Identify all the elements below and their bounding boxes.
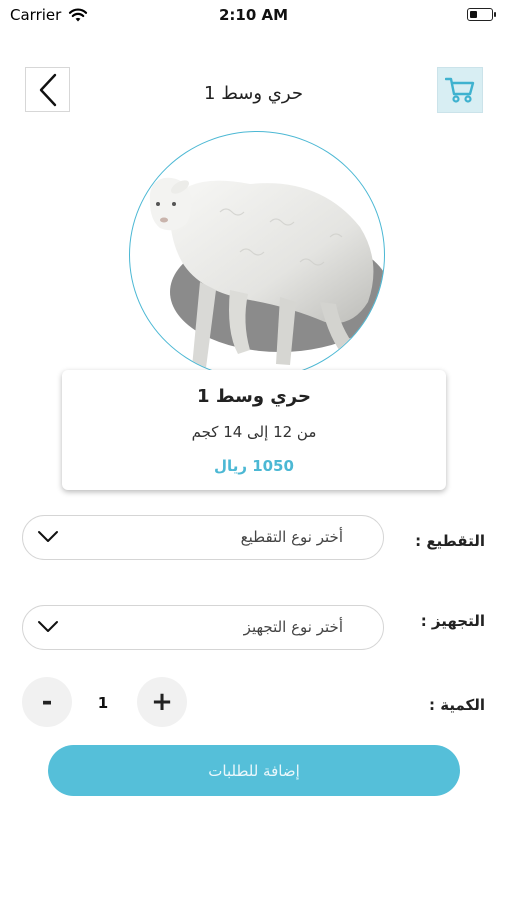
cart-button[interactable] [437, 67, 483, 113]
add-to-orders-label: إضافة للطلبات [208, 761, 300, 780]
page-title: حري وسط 1 [204, 83, 303, 104]
decrement-button[interactable]: - [22, 677, 72, 727]
back-button[interactable] [25, 67, 70, 112]
chevron-down-icon [38, 621, 58, 632]
product-card: حري وسط 1 من 12 إلى 14 كجم 1050 ريال [62, 370, 446, 490]
quantity-value: 1 [97, 694, 109, 712]
status-bar: Carrier 2:10 AM [0, 0, 507, 32]
preparation-select[interactable]: أختر نوع التجهيز [22, 605, 384, 650]
cutting-label: التقطيع : [415, 532, 485, 550]
product-price: 1050 ريال [214, 457, 294, 475]
add-to-orders-button[interactable]: إضافة للطلبات [48, 745, 460, 796]
sheep-photo [149, 177, 384, 368]
clock: 2:10 AM [218, 6, 289, 24]
chevron-down-icon [38, 531, 58, 542]
product-image [129, 131, 385, 379]
quantity-label: الكمية : [429, 696, 485, 714]
battery-level [470, 11, 477, 18]
product-name: حري وسط 1 [197, 386, 311, 407]
product-weight: من 12 إلى 14 كجم [191, 423, 317, 441]
battery-icon [467, 8, 496, 21]
preparation-label: التجهيز : [420, 612, 485, 630]
cutting-select-value: أختر نوع التقطيع [240, 528, 343, 546]
chevron-left-icon [39, 73, 56, 106]
cart-icon [445, 77, 475, 103]
cutting-select[interactable]: أختر نوع التقطيع [22, 515, 384, 560]
preparation-select-value: أختر نوع التجهيز [243, 618, 343, 636]
increment-button[interactable]: + [137, 677, 187, 727]
